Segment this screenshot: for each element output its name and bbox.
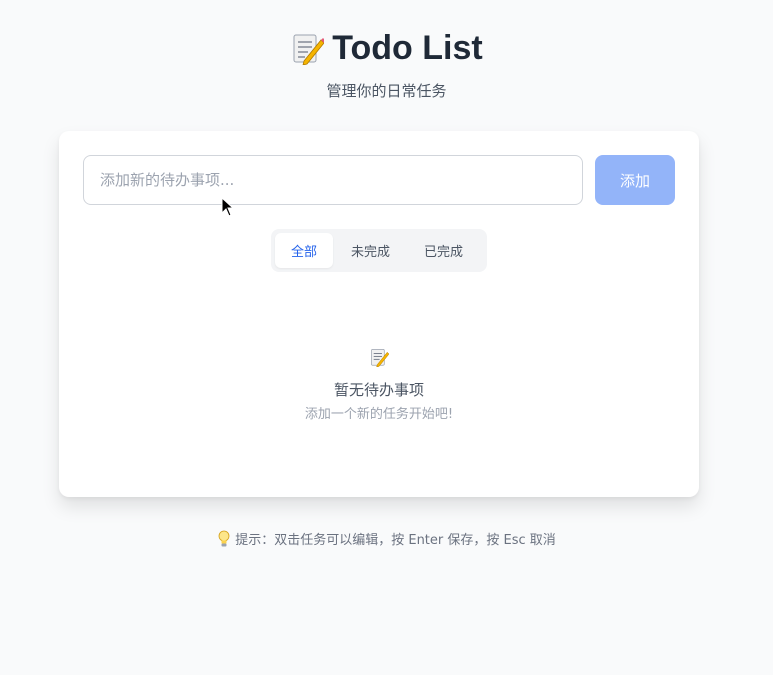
filter-tabs: 全部 未完成 已完成 — [271, 229, 487, 272]
tab-completed[interactable]: 已完成 — [408, 233, 479, 268]
empty-state-subtitle: 添加一个新的任务开始吧! — [304, 407, 454, 422]
memo-pencil-icon — [293, 34, 325, 65]
lightbulb-icon — [218, 530, 230, 546]
tab-all[interactable]: 全部 — [275, 233, 334, 268]
page-header: Todo List 管理你的日常任务 — [0, 26, 773, 101]
empty-state-title: 暂无待办事项 — [333, 381, 424, 399]
empty-state: 暂无待办事项 添加一个新的任务开始吧! — [59, 347, 699, 422]
memo-pencil-icon — [371, 349, 389, 367]
mouse-cursor-icon — [221, 197, 235, 217]
page-title-text: Todo List — [332, 28, 483, 67]
todo-card: 添加 全部 未完成 已完成 暂无待办事项 添加一个新的任务开始吧! — [59, 131, 699, 497]
keyboard-hint-text: 提示：双击任务可以编辑，按 Enter 保存，按 Esc 取消 — [235, 533, 556, 548]
page-subtitle: 管理你的日常任务 — [326, 82, 447, 100]
new-todo-input[interactable] — [83, 155, 583, 205]
tab-active[interactable]: 未完成 — [335, 233, 406, 268]
keyboard-hint: 提示：双击任务可以编辑，按 Enter 保存，按 Esc 取消 — [0, 529, 773, 548]
page-title: Todo List — [0, 26, 773, 70]
add-button[interactable]: 添加 — [595, 155, 675, 205]
